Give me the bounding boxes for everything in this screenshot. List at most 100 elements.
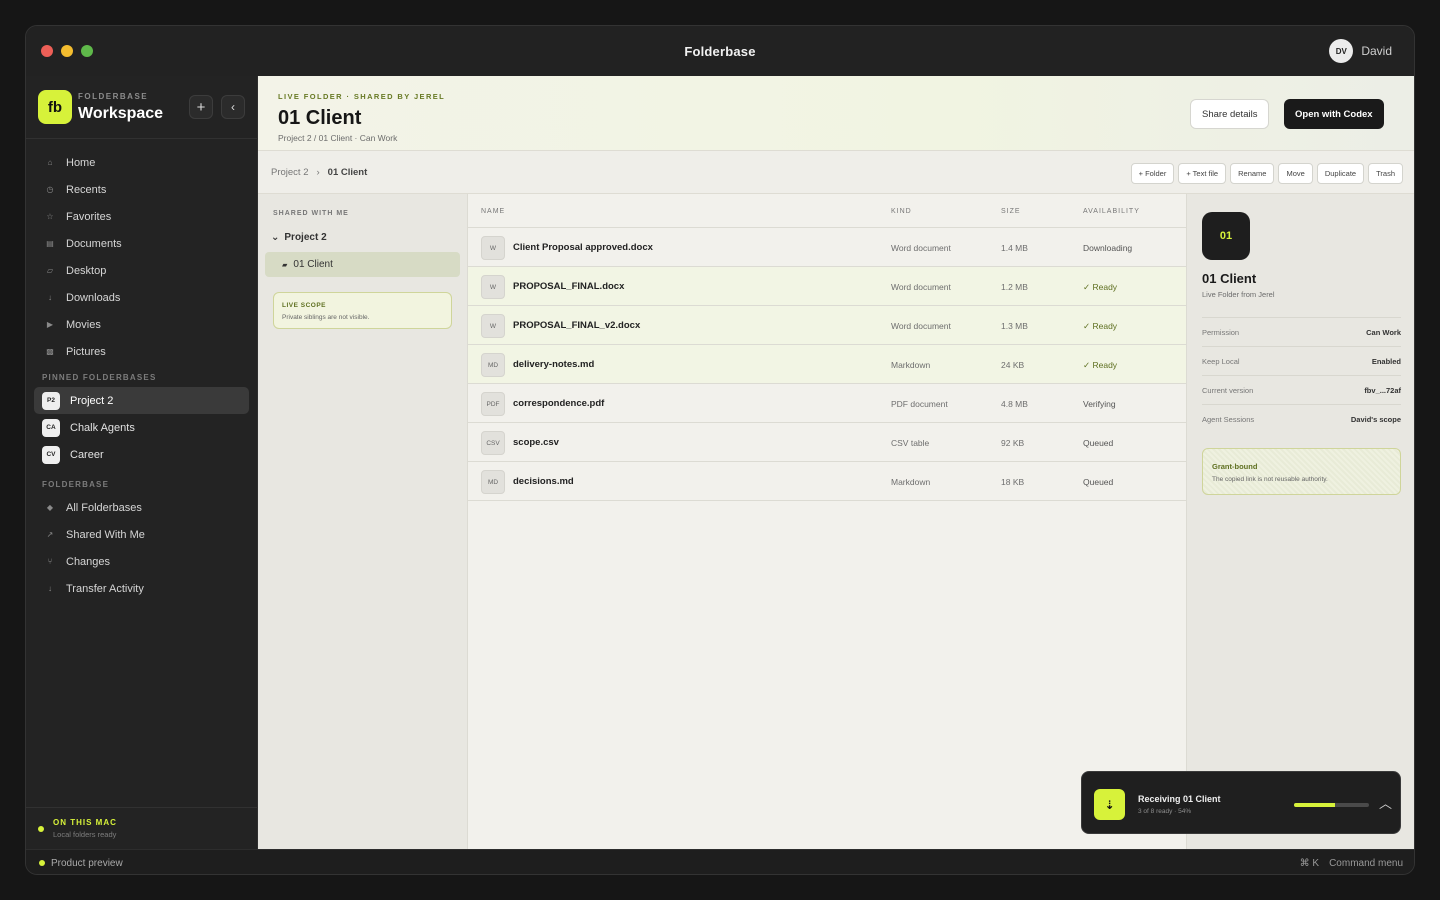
user-name: David [1361, 44, 1392, 58]
sidebar-item-label: Favorites [66, 210, 112, 223]
column-size[interactable]: SIZE [1001, 208, 1021, 215]
page-title: 01 Client [278, 107, 362, 129]
table-row[interactable]: W Client Proposal approved.docx Word doc… [468, 228, 1186, 267]
breadcrumb-parent[interactable]: Project 2 [271, 167, 309, 178]
toast-title: Receiving 01 Client [1138, 794, 1221, 804]
file-size: 1.3 MB [1001, 321, 1028, 331]
app-title: Folderbase [684, 43, 756, 59]
breadcrumb: Project 2 › 01 Client [271, 167, 367, 178]
file-availability: ✓ Ready [1083, 282, 1118, 292]
file-name: scope.csv [513, 437, 559, 448]
column-availability[interactable]: AVAILABILITY [1083, 208, 1140, 215]
clock-icon: ◷ [46, 185, 54, 194]
prop-key: Keep Local [1202, 357, 1240, 366]
arrow-up-right-icon: ↗ [46, 530, 54, 539]
new-folder-button[interactable]: + Folder [1130, 163, 1175, 184]
pinned-label: Chalk Agents [70, 421, 135, 434]
rename-button[interactable]: Rename [1230, 163, 1275, 184]
title-bar: Folderbase DV David [26, 26, 1414, 76]
move-button[interactable]: Move [1278, 163, 1313, 184]
table-row[interactable]: W PROPOSAL_FINAL_v2.docx Word document 1… [468, 306, 1186, 345]
close-window-button[interactable] [41, 45, 53, 57]
file-table: NAME KIND SIZE AVAILABILITY W Client Pro… [468, 194, 1186, 849]
column-name[interactable]: NAME [481, 208, 505, 215]
home-icon: ⌂ [47, 158, 53, 167]
download-icon: ↓ [48, 293, 52, 302]
open-with-codex-button[interactable]: Open with Codex [1284, 99, 1384, 129]
sidebar-item-downloads[interactable]: ↓ Downloads [26, 284, 257, 311]
sidebar-item-recents[interactable]: ◷ Recents [26, 176, 257, 203]
pinned-badge: CV [42, 445, 60, 464]
sidebar-item-label: Recents [66, 183, 107, 196]
folderbase-logo: fb [38, 90, 72, 124]
workspace-name[interactable]: Workspace [78, 105, 163, 123]
tree-item-label: Project 2 [284, 232, 327, 243]
picture-icon: ▩ [46, 347, 54, 356]
column-kind[interactable]: KIND [891, 208, 912, 215]
sidebar-item-shared-with-me[interactable]: ↗ Shared With Me [26, 521, 257, 548]
local-status-sub: Local folders ready [53, 830, 117, 839]
sidebar-item-all-folderbases[interactable]: ◆ All Folderbases [26, 494, 257, 521]
tree-item-project-2[interactable]: ⌄ Project 2 [271, 232, 327, 243]
add-button[interactable]: + [189, 95, 213, 119]
sidebar-item-home[interactable]: ⌂ Home [26, 149, 257, 176]
sidebar-item-documents[interactable]: ▤ Documents [26, 230, 257, 257]
collapse-sidebar-button[interactable]: ‹ [221, 95, 245, 119]
pinned-item-chalk-agents[interactable]: CA Chalk Agents [34, 414, 249, 441]
table-row[interactable]: CSV scope.csv CSV table 92 KB Queued [468, 423, 1186, 462]
product-preview-label: Product preview [51, 858, 123, 869]
sidebar-item-movies[interactable]: ▶ Movies [26, 311, 257, 338]
trash-button[interactable]: Trash [1368, 163, 1403, 184]
file-availability: ✓ Ready [1083, 360, 1118, 370]
detail-current-version: Current version fbv_...72af [1202, 375, 1401, 404]
user-menu[interactable]: DV David [1329, 39, 1392, 63]
pinned-section-header: PINNED FOLDERBASES [42, 373, 157, 382]
transfer-progress-bar [1294, 803, 1369, 807]
download-icon: ⇣ [1094, 789, 1125, 820]
word-file-icon: W [481, 314, 505, 338]
sidebar-item-transfer-activity[interactable]: ↓ Transfer Activity [26, 575, 257, 602]
table-row[interactable]: PDF correspondence.pdf PDF document 4.8 … [468, 384, 1186, 423]
sidebar-item-changes[interactable]: ⑂ Changes [26, 548, 257, 575]
workspace-kicker: FOLDERBASE [78, 92, 149, 101]
folder-header: LIVE FOLDER · SHARED BY JEREL 01 Client … [258, 76, 1414, 151]
pinned-badge: CA [42, 418, 60, 437]
command-menu-hint[interactable]: ⌘ K Command menu [1300, 858, 1403, 869]
nav-list: ⌂ Home ◷ Recents ☆ Favorites ▤ Documents ▱ De… [26, 149, 257, 365]
file-name: decisions.md [513, 476, 574, 487]
chevron-up-icon[interactable]: ︿ [1379, 793, 1392, 812]
grant-sub: The copied link is not reusable authorit… [1212, 476, 1328, 483]
folder-path: Project 2 / 01 Client · Can Work [278, 133, 398, 143]
file-kind: Word document [891, 243, 951, 253]
file-kind: Word document [891, 282, 951, 292]
detail-title: 01 Client [1202, 271, 1257, 286]
tree-item-01-client[interactable]: ▰ 01 Client [265, 252, 460, 277]
sidebar-item-pictures[interactable]: ▩ Pictures [26, 338, 257, 365]
detail-panel: 01 01 Client Live Folder from Jerel Perm… [1186, 194, 1414, 849]
pinned-item-project-2[interactable]: P2 Project 2 [34, 387, 249, 414]
pinned-item-career[interactable]: CV Career [34, 441, 249, 468]
minimize-window-button[interactable] [61, 45, 73, 57]
folder-kicker: LIVE FOLDER · SHARED BY JEREL [278, 92, 446, 101]
zoom-window-button[interactable] [81, 45, 93, 57]
detail-agent-sessions: Agent Sessions David's scope [1202, 404, 1401, 433]
file-size: 24 KB [1001, 360, 1025, 370]
new-text-file-button[interactable]: + Text file [1178, 163, 1227, 184]
markdown-file-icon: MD [481, 470, 505, 494]
table-row[interactable]: MD decisions.md Markdown 18 KB Queued [468, 462, 1186, 501]
transfer-toast[interactable]: ⇣ Receiving 01 Client 3 of 8 ready · 54%… [1081, 771, 1401, 834]
table-row[interactable]: W PROPOSAL_FINAL.docx Word document 1.2 … [468, 267, 1186, 306]
tree-item-label: 01 Client [293, 259, 333, 270]
duplicate-button[interactable]: Duplicate [1316, 163, 1365, 184]
sidebar-item-favorites[interactable]: ☆ Favorites [26, 203, 257, 230]
sidebar-item-label: Movies [66, 318, 101, 331]
share-details-button[interactable]: Share details [1190, 99, 1270, 129]
live-scope-note: LIVE SCOPE Private siblings are not visi… [273, 292, 452, 329]
table-row[interactable]: MD delivery-notes.md Markdown 24 KB ✓ Re… [468, 345, 1186, 384]
prop-value: Can Work [1366, 328, 1401, 337]
chevron-left-icon: ‹ [231, 100, 235, 114]
sidebar-item-desktop[interactable]: ▱ Desktop [26, 257, 257, 284]
toast-sub: 3 of 8 ready · 54% [1138, 808, 1192, 815]
branch-icon: ⑂ [47, 557, 53, 566]
file-availability: Downloading [1083, 243, 1133, 253]
